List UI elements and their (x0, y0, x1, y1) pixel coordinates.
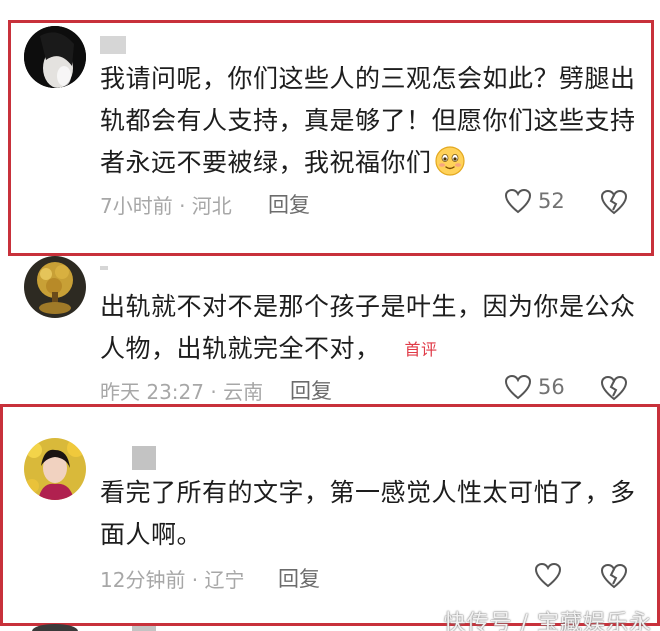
like-count: 52 (538, 189, 565, 213)
comment-meta: 12分钟前 · 辽宁 (100, 568, 245, 592)
first-comment-badge: 首评 (404, 340, 438, 359)
like-count: 56 (538, 375, 565, 399)
avatar-image (24, 256, 86, 318)
broken-heart-icon (600, 563, 628, 589)
comment-body: 看完了所有的文字，第一感觉人性太可怕了，多面人啊。 (100, 478, 636, 549)
comment-meta: 昨天 23:27 · 云南 (100, 380, 264, 404)
broken-heart-icon (600, 189, 628, 215)
comment-text: 出轨就不对不是那个孩子是叶生，因为你是公众人物，出轨就完全不对， 首评 (100, 286, 640, 371)
reply-button[interactable]: 回复 (268, 189, 310, 219)
comment-meta: 7小时前 · 河北 (100, 194, 232, 218)
username-redacted (100, 266, 108, 270)
avatar[interactable] (24, 256, 86, 318)
avatar-image (24, 26, 86, 88)
comment-list-screenshot: 我请问呢，你们这些人的三观怎会如此？劈腿出轨都会有人支持，真是够了！但愿你们这些… (0, 0, 660, 631)
like-button[interactable]: 56 (504, 374, 565, 400)
comment-text: 看完了所有的文字，第一感觉人性太可怕了，多面人啊。 (100, 472, 640, 556)
heart-icon (504, 374, 532, 400)
avatar-image (24, 438, 86, 500)
watermark-text: 快传号 / 宝藏娱乐永 (443, 611, 652, 631)
heart-icon (534, 562, 562, 588)
avatar[interactable] (24, 26, 86, 88)
username-redacted (100, 36, 126, 54)
comment-text: 我请问呢，你们这些人的三观怎会如此？劈腿出轨都会有人支持，真是够了！但愿你们这些… (100, 58, 640, 184)
dislike-button[interactable] (600, 374, 628, 406)
heart-icon (504, 188, 532, 214)
reply-button[interactable]: 回复 (278, 563, 320, 593)
comment-body: 出轨就不对不是那个孩子是叶生，因为你是公众人物，出轨就完全不对， (100, 292, 636, 363)
username-redacted (132, 446, 156, 470)
reply-button[interactable]: 回复 (290, 375, 332, 405)
like-button[interactable] (534, 562, 568, 588)
next-comment-username-partial (132, 626, 156, 631)
avatar[interactable] (24, 438, 86, 500)
like-button[interactable]: 52 (504, 188, 565, 214)
dislike-button[interactable] (600, 562, 628, 594)
dislike-button[interactable] (600, 188, 628, 220)
blushing-smile-emoji-icon (434, 145, 466, 177)
broken-heart-icon (600, 375, 628, 401)
next-comment-avatar-partial (32, 624, 78, 631)
comment-body: 我请问呢，你们这些人的三观怎会如此？劈腿出轨都会有人支持，真是够了！但愿你们这些… (100, 64, 636, 177)
